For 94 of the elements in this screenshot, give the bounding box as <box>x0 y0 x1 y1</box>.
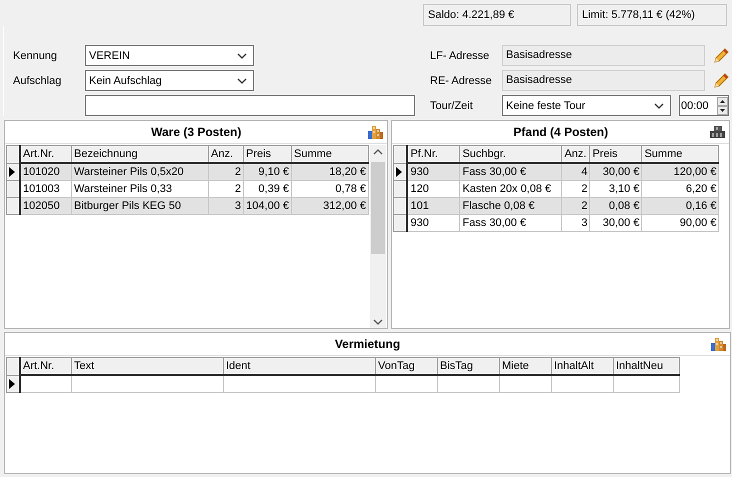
pencil-icon[interactable] <box>712 72 730 90</box>
panel-title: Vermietung <box>334 337 400 351</box>
table-cell: 101020 <box>20 163 72 180</box>
address-field: Basisadresse <box>502 70 705 91</box>
table-cell: 30,00 € <box>590 163 642 180</box>
column-header[interactable]: Suchbgr. <box>460 146 562 163</box>
table-cell: 101003 <box>20 180 72 197</box>
table-cell: 930 <box>407 214 460 231</box>
row-indicator[interactable] <box>6 197 20 214</box>
row-indicator[interactable] <box>394 197 408 214</box>
column-header[interactable]: Pf.Nr. <box>407 146 460 163</box>
chevron-down-icon <box>654 102 664 108</box>
column-header[interactable]: VonTag <box>376 358 438 375</box>
table-cell: 3 <box>562 214 590 231</box>
table-cell: 101 <box>407 197 460 214</box>
column-header[interactable]: Art.Nr. <box>20 358 72 375</box>
column-header[interactable]: Preis <box>590 146 642 163</box>
dropdown[interactable]: Keine feste Tour <box>502 95 671 116</box>
table-cell: 90,00 € <box>642 214 719 231</box>
row-indicator[interactable] <box>394 180 408 197</box>
table-cell: 104,00 € <box>244 197 292 214</box>
column-header[interactable]: Art.Nr. <box>20 146 72 163</box>
column-header[interactable]: InhaltAlt <box>552 358 614 375</box>
balance-readout: Saldo: 4.221,89 € <box>423 4 571 26</box>
address-field: Basisadresse <box>502 45 705 66</box>
table-cell: Warsteiner Pils 0,33 <box>72 180 208 197</box>
table-cell: 120,00 € <box>642 163 719 180</box>
table-cell: 4 <box>562 163 590 180</box>
table-cell: Fass 30,00 € <box>460 214 562 231</box>
blocks-icon[interactable] <box>709 123 726 140</box>
panel-title: Pfand (4 Posten) <box>513 125 608 139</box>
field-label: Tour/Zeit <box>430 100 473 112</box>
column-header[interactable]: BisTag <box>438 358 500 375</box>
column-header[interactable]: Text <box>72 358 224 375</box>
input-field[interactable] <box>85 95 415 116</box>
table-cell: 30,00 € <box>590 214 642 231</box>
limit-readout: Limit: 5.778,11 € (42%) <box>577 4 727 26</box>
row-indicator-header <box>394 146 408 163</box>
time-field[interactable]: 00:00 <box>679 95 729 116</box>
row-indicator-header <box>6 358 20 375</box>
column-header[interactable]: Miete <box>500 358 552 375</box>
column-header[interactable]: Summe <box>292 146 368 163</box>
row-pointer-icon <box>396 166 402 176</box>
field-label: RE- Adresse <box>430 74 492 86</box>
scrollbar[interactable] <box>370 145 386 328</box>
column-header[interactable]: Ident <box>224 358 376 375</box>
column-header[interactable]: Summe <box>642 146 719 163</box>
pencil-icon[interactable] <box>712 46 730 64</box>
spinner-arrows-icon[interactable] <box>717 96 728 114</box>
row-indicator[interactable] <box>6 375 20 392</box>
table-cell: Bitburger Pils KEG 50 <box>72 197 208 214</box>
blocks-icon[interactable] <box>367 123 384 140</box>
column-header[interactable]: Bezeichnung <box>72 146 208 163</box>
column-header[interactable]: InhaltNeu <box>614 358 680 375</box>
row-indicator[interactable] <box>6 180 20 197</box>
table-cell: Warsteiner Pils 0,5x20 <box>72 163 208 180</box>
column-header[interactable]: Anz. <box>562 146 590 163</box>
table-cell: 3,10 € <box>590 180 642 197</box>
field-label: Kennung <box>13 50 58 62</box>
row-pointer-icon <box>9 166 15 176</box>
panel-title: Ware (3 Posten) <box>151 125 242 139</box>
column-header[interactable]: Anz. <box>208 146 244 163</box>
field-label: Aufschlag <box>13 74 62 86</box>
table-cell: 2 <box>562 180 590 197</box>
row-indicator[interactable] <box>394 163 408 180</box>
table-cell: 312,00 € <box>292 197 368 214</box>
table-cell: Kasten 20x 0,08 € <box>460 180 562 197</box>
table-cell: 2 <box>562 197 590 214</box>
column-header[interactable]: Preis <box>244 146 292 163</box>
blocks-icon[interactable] <box>710 335 727 352</box>
field-label: LF- Adresse <box>430 50 490 62</box>
row-indicator[interactable] <box>6 163 20 180</box>
table-cell: 6,20 € <box>642 180 719 197</box>
table-cell: 2 <box>208 180 244 197</box>
table-cell: 2 <box>208 163 244 180</box>
row-indicator-header <box>6 146 20 163</box>
table-cell: 120 <box>407 180 460 197</box>
table-cell: 0,16 € <box>642 197 719 214</box>
dropdown[interactable]: Kein Aufschlag <box>85 70 254 91</box>
table-cell: 0,08 € <box>590 197 642 214</box>
chevron-down-icon <box>237 52 247 58</box>
row-indicator[interactable] <box>394 214 408 231</box>
table-cell: 18,20 € <box>292 163 368 180</box>
table-cell: Fass 30,00 € <box>460 163 562 180</box>
table-cell: 3 <box>208 197 244 214</box>
table-cell: 9,10 € <box>244 163 292 180</box>
table-cell: 0,39 € <box>244 180 292 197</box>
table-cell: 0,78 € <box>292 180 368 197</box>
table-cell: 930 <box>407 163 460 180</box>
dropdown[interactable]: VEREIN <box>85 45 254 66</box>
chevron-down-icon <box>237 78 247 84</box>
row-pointer-icon <box>9 378 15 388</box>
table-cell: 102050 <box>20 197 72 214</box>
table-cell: Flasche 0,08 € <box>460 197 562 214</box>
